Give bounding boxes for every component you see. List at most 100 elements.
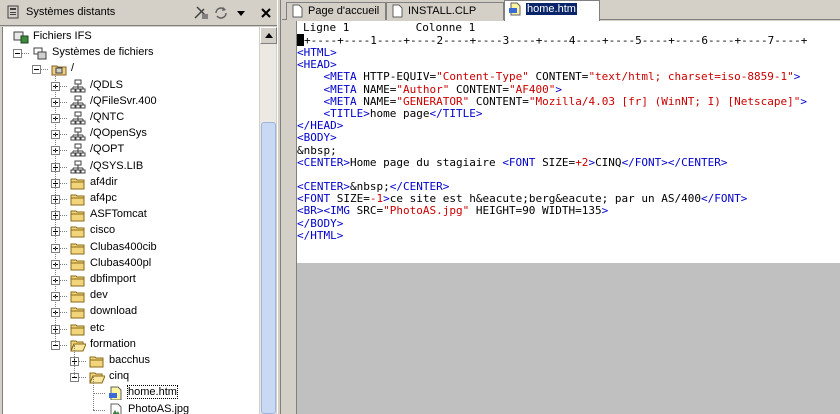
tree-item-label: /QDLS <box>90 78 124 91</box>
tab-install-clp[interactable]: INSTALL.CLP <box>386 2 504 20</box>
pane-splitter[interactable] <box>277 0 281 414</box>
tree-item[interactable]: Clubas400cib <box>3 240 259 256</box>
tree-item[interactable]: dbfimport <box>3 272 259 288</box>
code-token: </TITLE> <box>429 106 483 120</box>
code-token: > <box>793 70 801 84</box>
tree-item-label: / <box>71 62 75 75</box>
tab-label: home.htm <box>526 3 577 15</box>
code-token: SRC= <box>356 204 384 218</box>
tree-item-label: download <box>90 305 138 318</box>
folder-icon <box>70 243 85 255</box>
tree-item[interactable]: Clubas400pl <box>3 256 259 272</box>
code-line: <HTML> <box>297 47 840 59</box>
tree-item-label: dev <box>90 289 108 302</box>
tree-item[interactable]: /QOpenSys <box>3 126 259 142</box>
tree-item[interactable]: /QFileSvr.400 <box>3 94 259 110</box>
open-folder-icon <box>89 372 105 384</box>
tab-home-htm[interactable]: home.htm <box>504 0 600 21</box>
tree-guide-line <box>55 69 56 345</box>
panel-header: Systèmes distants <box>0 0 281 26</box>
tree-item[interactable]: Systèmes de fichiers <box>3 45 259 61</box>
code-token: home page <box>369 106 430 120</box>
code-token: "PhotoAS.jpg" <box>383 204 470 218</box>
code-token: CONTENT= <box>449 82 509 96</box>
dropdown-icon[interactable] <box>232 4 250 22</box>
network-folder-icon <box>70 79 86 93</box>
tree-item[interactable]: etc <box>3 321 259 337</box>
code-token: </HTML> <box>297 228 344 242</box>
tree-item[interactable]: af4dir <box>3 175 259 191</box>
code-token: <TITLE> <box>323 106 370 120</box>
folder-icon <box>70 259 85 271</box>
tree-item-label: PhotoAS.jpg <box>128 402 190 414</box>
code-token: CINQ <box>595 155 622 169</box>
tree-item[interactable]: /QOPT <box>3 142 259 158</box>
tree-item-label: cinq <box>109 370 130 383</box>
tree-item[interactable]: cinq <box>3 369 259 385</box>
tree-item[interactable]: ASFTomcat <box>3 207 259 223</box>
code-token: <HEAD> <box>297 58 337 72</box>
tree-item[interactable]: /QSYS.LIB <box>3 159 259 175</box>
folder-icon <box>89 356 104 368</box>
folder-icon <box>70 194 85 206</box>
tree-item-label: Clubas400cib <box>90 240 157 253</box>
code-token: HTTP-EQUIV= <box>363 70 437 84</box>
tree-item[interactable]: cisco <box>3 223 259 239</box>
tree-item-label: /QOpenSys <box>90 127 147 140</box>
code-token: <FONT <box>502 155 543 169</box>
code-line: </BODY> <box>297 217 840 230</box>
page-icon <box>392 4 403 18</box>
code-token: CONTENT= <box>469 94 529 108</box>
code-token: </FONT> <box>701 192 748 206</box>
folder-icon <box>70 178 85 190</box>
code-token: <BODY> <box>297 131 337 145</box>
tab-page-accueil[interactable]: Page d'accueil <box>286 2 386 20</box>
tree-item[interactable]: / <box>3 61 259 77</box>
code-editor[interactable]: Ligne 1 Colonne 1 +----+----1----+----2-… <box>296 21 840 414</box>
code-line: <CENTER>Home page du stagiaire <FONT SIZ… <box>297 155 840 169</box>
tree-item-label: Systèmes de fichiers <box>52 46 154 59</box>
panel-title: Systèmes distants <box>26 6 116 18</box>
code-text[interactable]: <HTML> <HEAD> <META HTTP-EQUIV="Content-T… <box>297 47 840 263</box>
scroll-up-button[interactable] <box>260 27 277 44</box>
tree-item[interactable]: bacchus <box>3 353 259 369</box>
remove-system-icon[interactable] <box>192 4 210 22</box>
code-token: CONTENT= <box>528 70 589 84</box>
tree-item[interactable]: home.htm <box>3 385 259 401</box>
tree-scrollbar[interactable] <box>259 27 277 414</box>
html-file-icon <box>509 2 521 16</box>
code-token: <BR><IMG <box>297 204 357 218</box>
filesystems-icon <box>33 47 47 60</box>
scroll-thumb[interactable] <box>261 122 276 414</box>
tree-item[interactable]: /QNTC <box>3 110 259 126</box>
code-token: SIZE= <box>336 192 370 206</box>
code-token: &nbsp; <box>349 180 390 194</box>
code-token: Home page du stagiaire <box>349 155 503 169</box>
tree-item[interactable]: /QDLS <box>3 78 259 94</box>
tab-label: Page d'accueil <box>308 5 380 17</box>
network-folder-icon <box>70 127 86 141</box>
tree-item[interactable]: af4pc <box>3 191 259 207</box>
tree-item-label: formation <box>90 337 136 350</box>
column-indicator: Colonne 1 <box>415 21 476 34</box>
tree-item[interactable]: Fichiers IFS <box>3 29 259 45</box>
tree-item[interactable]: download <box>3 304 259 320</box>
code-token: -1 <box>369 192 384 206</box>
collapse-icon[interactable] <box>32 65 41 75</box>
text-cursor <box>297 34 304 46</box>
code-line: <BR><IMG SRC="PhotoAS.jpg" HEIGHT=90 WID… <box>297 205 840 217</box>
file-tree: Fichiers IFS Systèmes de fichiers / /QDLS/Q… <box>2 27 259 414</box>
tree-item[interactable]: PhotoAS.jpg <box>3 402 259 414</box>
close-icon[interactable] <box>257 4 275 22</box>
tree-item[interactable]: dev <box>3 288 259 304</box>
collapse-icon[interactable] <box>2 33 3 42</box>
tree-item[interactable]: formation <box>3 337 259 353</box>
code-token: "Author" <box>396 82 450 96</box>
html-file-icon <box>109 386 122 401</box>
page-icon <box>292 4 303 18</box>
refresh-icon[interactable] <box>212 4 230 22</box>
collapse-icon[interactable] <box>13 49 22 59</box>
